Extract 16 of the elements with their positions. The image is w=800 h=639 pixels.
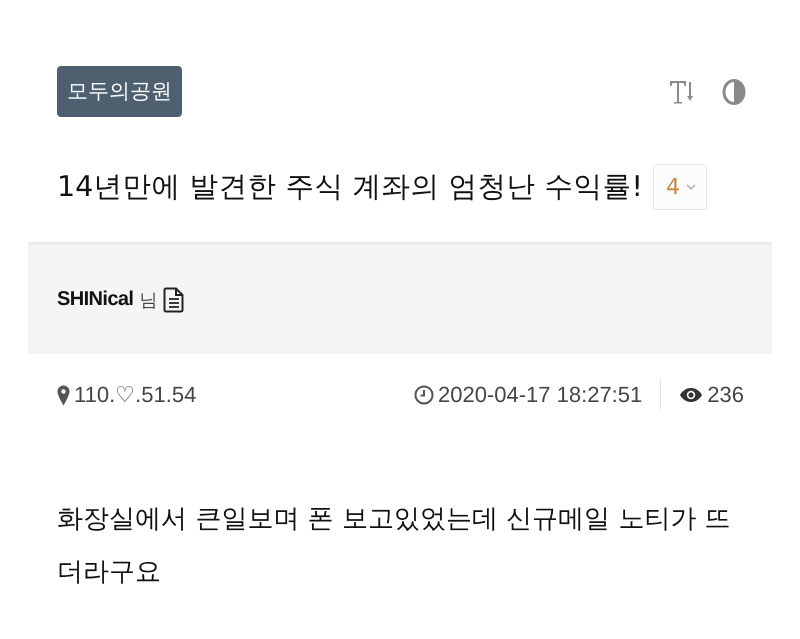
post-title: 14년만에 발견한 주식 계좌의 엄청난 수익률! bbox=[57, 169, 643, 205]
board-badge[interactable]: 모두의공원 bbox=[57, 66, 182, 117]
comment-count: 4 bbox=[666, 174, 680, 200]
ip-address: 110.♡.51.54 bbox=[74, 382, 196, 408]
eye-icon bbox=[679, 387, 704, 403]
contrast-button[interactable] bbox=[722, 78, 746, 104]
clock-icon bbox=[414, 385, 434, 405]
document-icon[interactable] bbox=[163, 286, 186, 312]
contrast-icon bbox=[722, 78, 746, 104]
author-suffix: 님 bbox=[139, 288, 158, 312]
post-body: 화장실에서 큰일보며 폰 보고있었는데 신규메일 노티가 뜨더라구요 bbox=[57, 503, 732, 589]
post-datetime: 2020-04-17 18:27:51 bbox=[438, 382, 642, 408]
location-pin-icon bbox=[57, 384, 70, 406]
view-count: 236 bbox=[707, 382, 744, 408]
author-name[interactable]: SHINical bbox=[57, 288, 134, 311]
chevron-down-icon bbox=[686, 184, 696, 190]
